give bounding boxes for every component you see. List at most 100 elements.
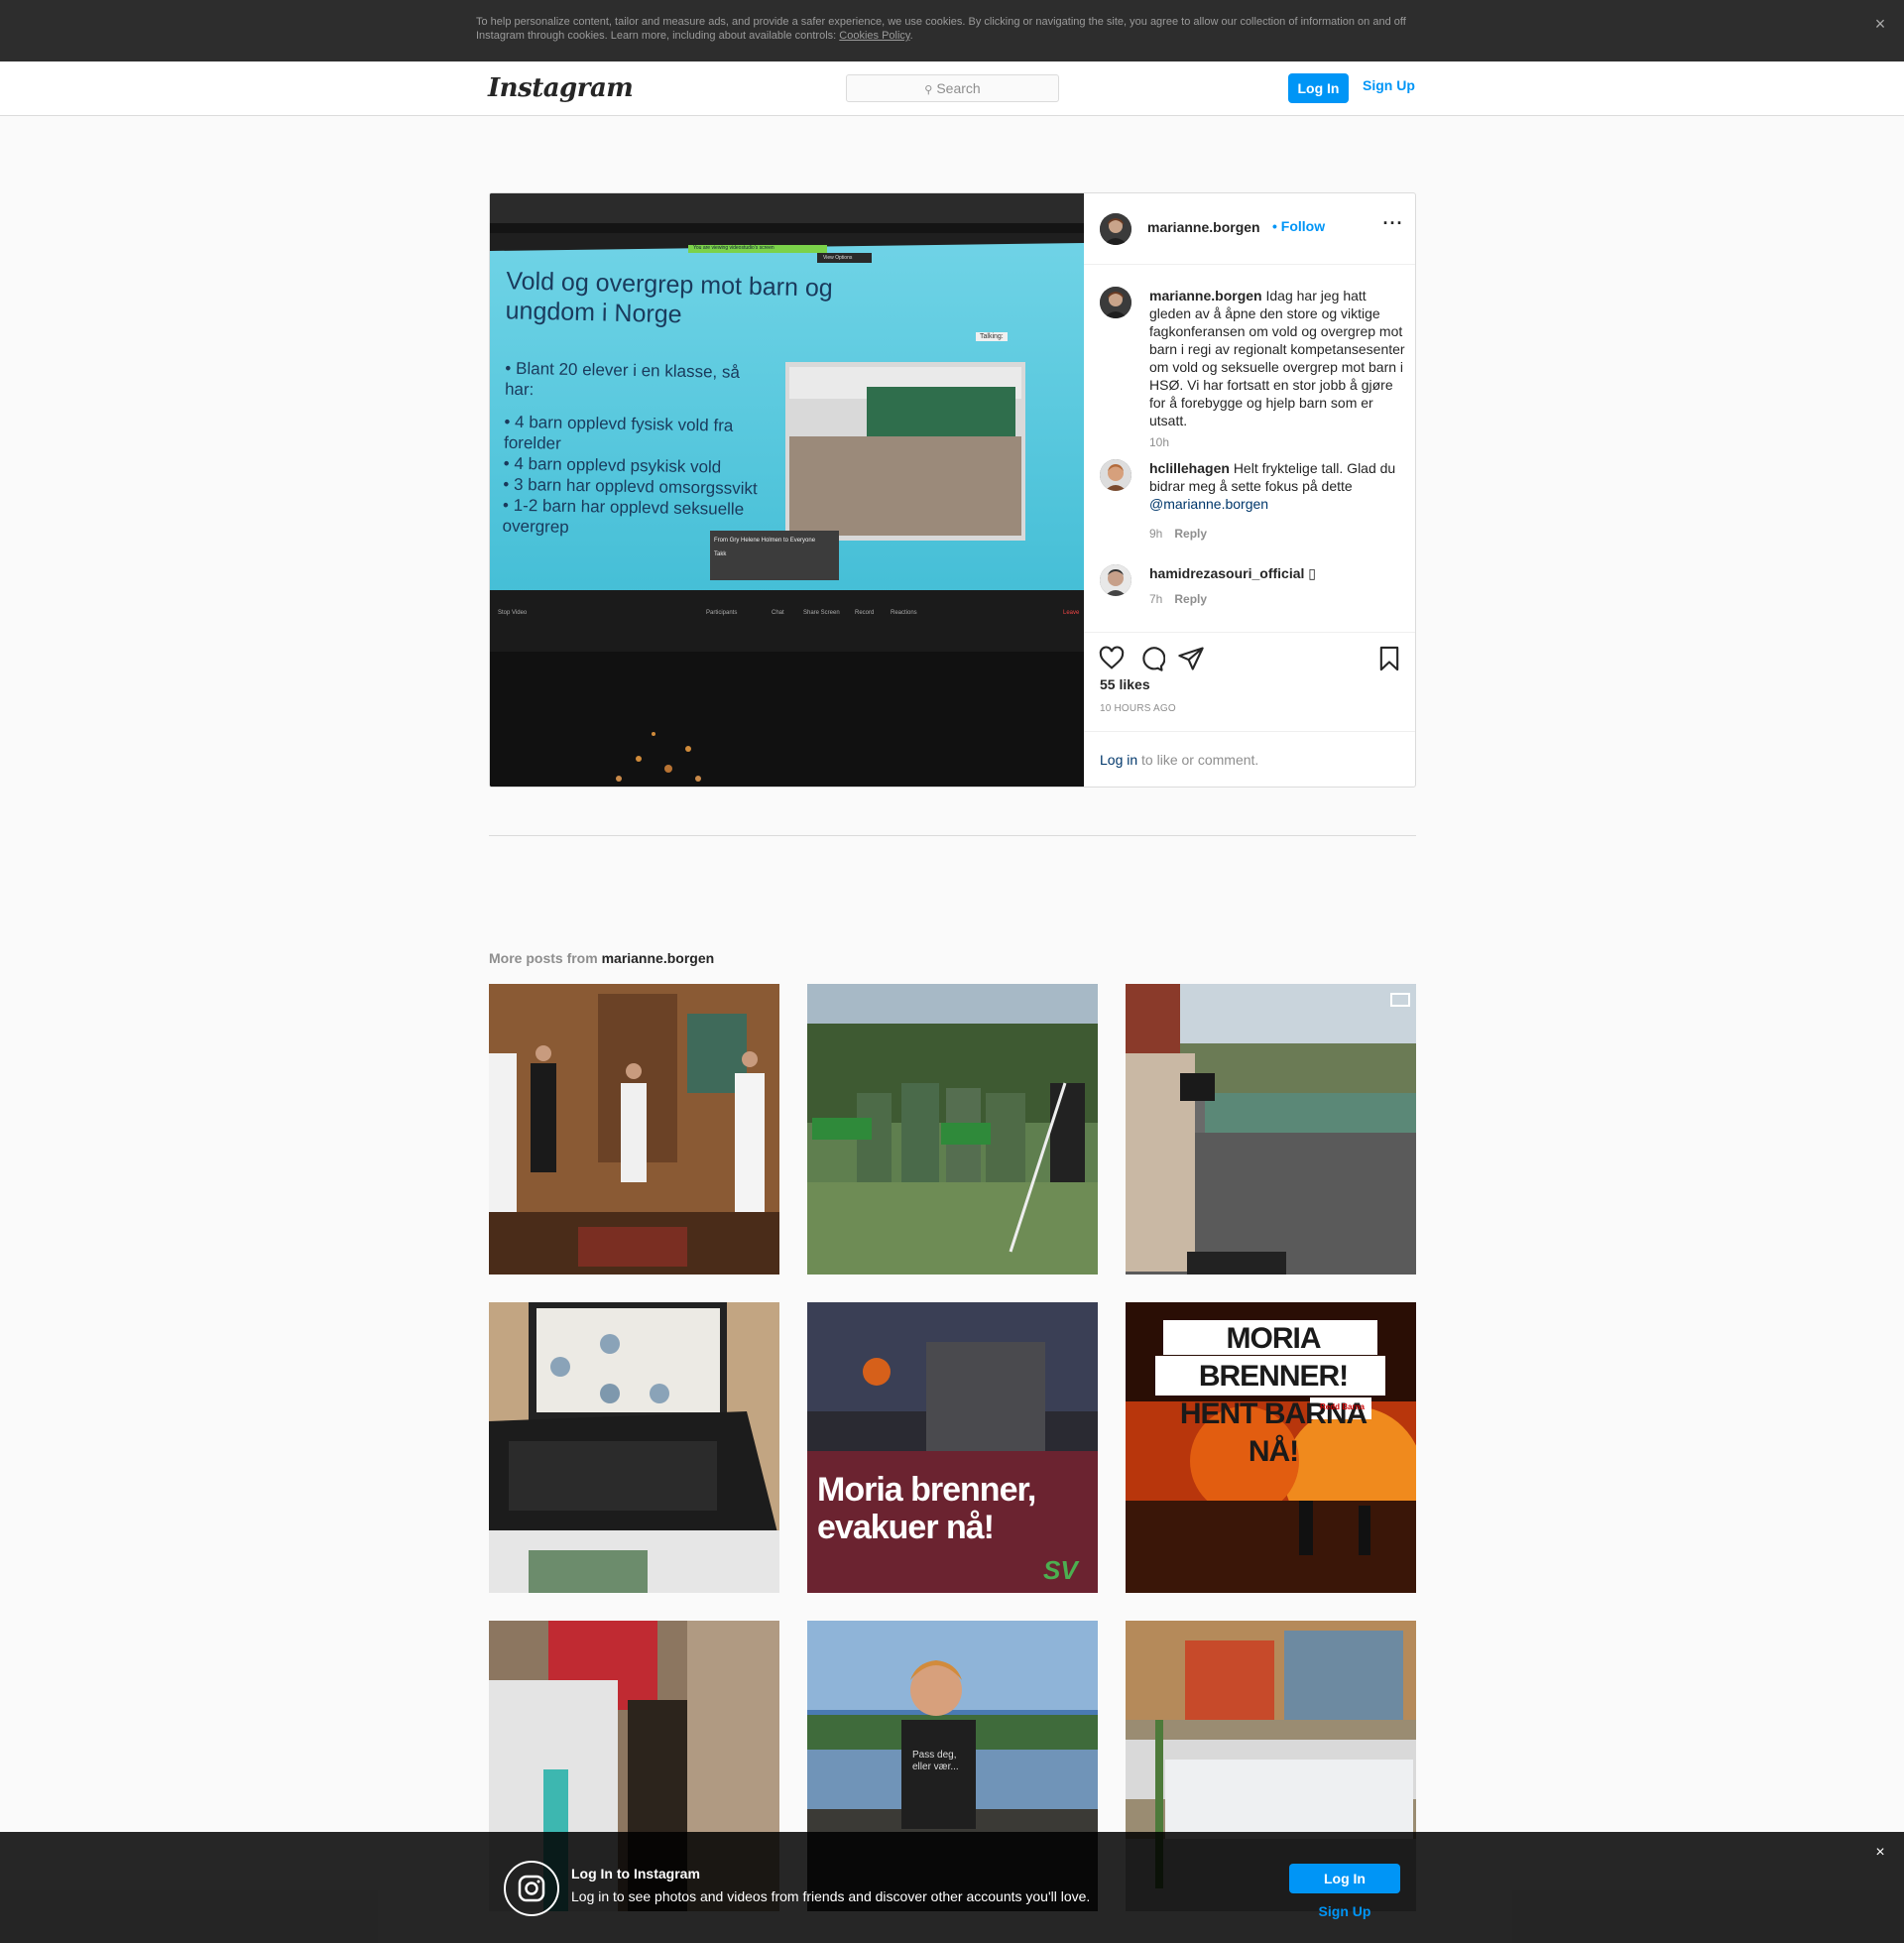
post-card: Vold og overgrep mot barn og ungdom i No… [489,192,1416,788]
more-options-icon[interactable]: ··· [1381,213,1405,234]
slide-talking: Talking: [976,332,1008,341]
grid-post[interactable] [1126,984,1416,1275]
slide-bullet-text: Blant 20 elever i en klasse, så har: [504,358,741,400]
search-input[interactable]: ⚲ Search [846,74,1059,102]
top-nav: Instagram ⚲ Search Log In Sign Up [0,61,1904,116]
grid-caption: MORIA BRENNER! HENT BARNA NÅ! [1179,1322,1368,1468]
comment-username[interactable]: hclillehagen [1149,460,1230,476]
signup-link[interactable]: Sign Up [1289,1903,1400,1919]
slide-bullet: • Blant 20 elever i en klasse, så har: [504,358,741,400]
grid-photo [489,1302,779,1593]
toolbar-label: Record [855,610,875,616]
toolbar-label: Participants [706,610,738,616]
grid-caption: Moria brenner, evakuer nå! [817,1471,1036,1546]
login-button[interactable]: Log In [1288,73,1349,103]
slide-bullet-text: 4 barn opplevd psykisk vold [514,453,722,477]
post-username[interactable]: marianne.borgen [1147,219,1260,235]
reply-button[interactable]: Reply [1174,527,1207,541]
chat-popup-header: From Gry Helene Holmen to Everyone [714,538,816,544]
login-button[interactable]: Log In [1289,1864,1400,1893]
comment-meta: 9h Reply [1149,527,1207,541]
bookmark-icon[interactable] [1375,645,1403,672]
login-to-comment: Log in to like or comment. [1084,731,1415,787]
slide-bullets: • Blant 20 elever i en klasse, så har: •… [502,358,763,542]
post-header: marianne.borgen • Follow ··· [1084,193,1415,265]
toolbar-label: Chat [772,610,784,616]
slide-bullet-text: 4 barn opplevd fysisk vold fra forelder [503,412,734,453]
comment-username[interactable]: marianne.borgen [1149,288,1262,304]
grid-post[interactable]: MORIA BRENNER! HENT BARNA NÅ! Redd Barna [1126,1302,1416,1593]
avatar[interactable] [1100,564,1131,596]
cookie-message: To help personalize content, tailor and … [476,16,1406,42]
avatar-image [1100,213,1131,245]
toolbar-label: Stop Video [498,610,528,616]
grid-photo [807,1302,1098,1593]
post-actions: 55 likes 10 HOURS AGO [1084,632,1415,726]
chat-popup-body: Takk [714,551,727,557]
comment-time: 7h [1149,592,1163,606]
avatar-image [1100,564,1131,596]
redd-barna-logo: Redd Barna [1320,1402,1365,1411]
avatar[interactable] [1100,287,1131,318]
grid-post[interactable] [489,984,779,1275]
slide-heading: Vold og overgrep mot barn og ungdom i No… [505,267,834,329]
sv-logo: SV [1043,1555,1078,1585]
signup-link[interactable]: Sign Up [1363,77,1415,93]
cookie-suffix: . [909,30,913,42]
cookies-policy-link[interactable]: Cookies Policy [839,30,909,42]
chat-popup: From Gry Helene Holmen to Everyone Takk [714,537,833,558]
grid-post[interactable]: Moria brenner, evakuer nå! SV [807,1302,1098,1593]
comment-body: hamidrezasouri_official ▯ [1149,564,1405,582]
comment-username[interactable]: hamidrezasouri_official [1149,565,1304,581]
screen-share-banner: You are viewing videostudio's screen [693,245,774,251]
more-posts-heading: More posts from marianne.borgen [489,950,714,966]
avatar[interactable] [1100,459,1131,491]
post-timestamp: 10 HOURS AGO [1100,703,1176,714]
grid-photo [1126,984,1416,1275]
comment-body: marianne.borgen Idag har jeg hatt gleden… [1149,287,1405,429]
avatar[interactable] [1100,213,1131,245]
comment-meta: 7h Reply [1149,592,1207,606]
slide-bullet: • 4 barn opplevd fysisk vold fra forelde… [503,412,734,453]
grid-photo [489,984,779,1275]
comment-icon[interactable] [1137,645,1165,672]
more-posts-prefix: More posts from [489,950,602,966]
avatar-image [1100,287,1131,318]
follow-button[interactable]: • Follow [1272,218,1325,234]
login-prompt-bar: Log In to Instagram Log in to see photos… [0,1832,1904,1943]
view-options: View Options [823,255,853,261]
comment-time: 9h [1149,527,1163,541]
section-divider [489,835,1416,836]
close-icon[interactable]: × [1870,14,1890,34]
grid-caption: Pass deg, eller vær... [912,1750,959,1772]
instagram-icon [504,1861,559,1916]
likes-count[interactable]: 55 likes [1100,676,1150,692]
close-icon[interactable]: × [1870,1844,1890,1864]
mention-link[interactable]: @marianne.borgen [1149,496,1268,512]
comment-time: 10h [1149,435,1170,449]
comment-body: hclillehagen Helt fryktelige tall. Glad … [1149,459,1405,513]
cookie-banner: To help personalize content, tailor and … [0,0,1904,61]
search-icon: ⚲ [924,84,933,96]
comment-text: Idag har jeg hatt gleden av å åpne den s… [1149,288,1405,428]
reply-button[interactable]: Reply [1174,592,1207,606]
instagram-logo[interactable]: Instagram [488,73,634,103]
heart-icon[interactable] [1098,645,1126,672]
share-icon[interactable] [1177,645,1205,672]
grid-post[interactable] [807,984,1098,1275]
slide-bullet-text: 1-2 barn har opplevd seksuelle overgrep [502,495,745,537]
post-sidebar: marianne.borgen • Follow ··· marianne.bo… [1084,193,1415,787]
more-posts-user[interactable]: marianne.borgen [602,950,715,966]
login-prompt-subtitle: Log in to see photos and videos from fri… [571,1888,1091,1904]
search-placeholder: Search [936,80,981,96]
post-image[interactable]: Vold og overgrep mot barn og ungdom i No… [490,193,1084,787]
avatar-image [1100,459,1131,491]
comments-list: marianne.borgen Idag har jeg hatt gleden… [1084,265,1415,632]
login-prompt-title: Log In to Instagram [571,1866,700,1882]
toolbar-label: Reactions [891,610,917,616]
cookie-text: To help personalize content, tailor and … [476,15,1428,43]
comment-text: ▯ [1308,565,1316,581]
toolbar-label: Leave [1063,610,1080,616]
login-link[interactable]: Log in [1100,752,1137,768]
grid-post[interactable] [489,1302,779,1593]
